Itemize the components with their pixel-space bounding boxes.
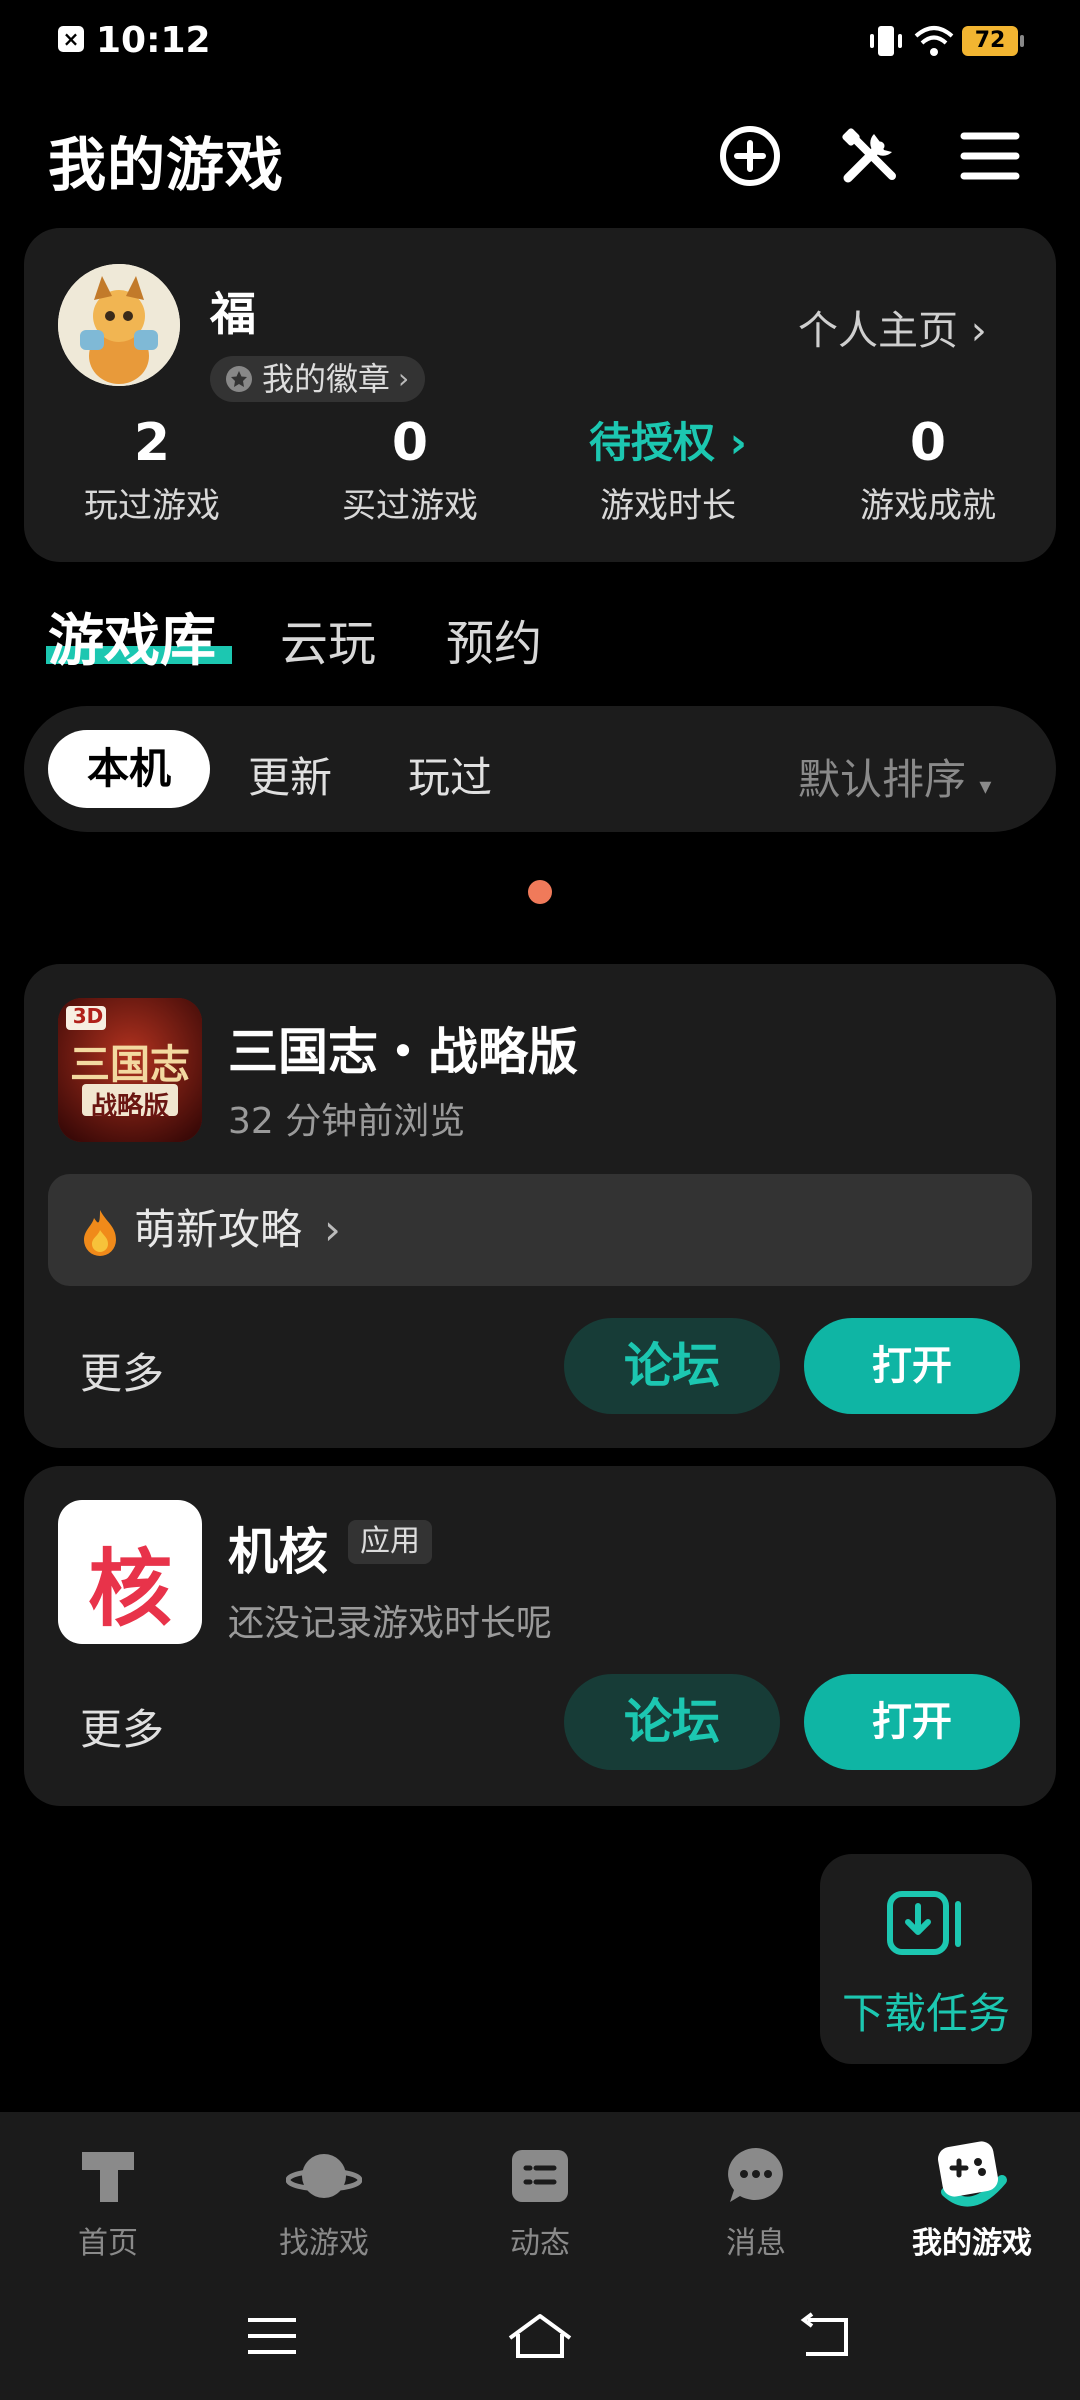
nav-label: 我的游戏 [912,2226,1032,2261]
more-button[interactable]: 更多 [80,1696,164,1757]
sort-dropdown[interactable]: 默认排序 ▾ [798,746,991,807]
guide-label: 萌新攻略 [134,1205,303,1254]
add-circle-icon[interactable] [714,120,786,192]
status-bar: × 10:12 72 [0,0,1080,86]
nav-label: 消息 [726,2226,786,2261]
nav-item-home[interactable]: 首页 [28,2140,188,2262]
sort-label: 默认排序 [798,755,967,804]
filter-update[interactable]: 更新 [248,744,332,805]
homepage-link[interactable]: 个人主页 › [798,298,987,356]
battery-indicator: 72 [962,26,1024,56]
avatar[interactable] [58,264,180,386]
open-button[interactable]: 打开 [804,1318,1020,1414]
stat-achievements[interactable]: 0 游戏成就 [818,412,1038,527]
feed-icon [512,2150,568,2202]
chevron-right-icon: › [324,1205,341,1254]
medal-icon [226,366,252,392]
filter-local[interactable]: 本机 [48,730,210,808]
stat-bought-games[interactable]: 0 买过游戏 [300,412,520,527]
tab-cloud-play[interactable]: 云玩 [280,604,376,674]
wifi-icon [914,26,954,56]
game-icon-jihe[interactable]: 核 [58,1500,202,1644]
icon-badge: 3D [72,1004,104,1028]
menu-icon[interactable] [954,120,1026,192]
icon-text: 三国志 [70,1042,190,1088]
tab-game-library[interactable]: 游戏库 [48,596,216,677]
user-name: 福 [210,287,256,341]
stat-label: 游戏成就 [860,486,996,526]
chevron-right-icon: › [398,362,410,395]
download-icon [887,1891,961,1955]
more-button[interactable]: 更多 [80,1340,164,1401]
my-badge-button[interactable]: 我的徽章 › [210,356,426,402]
tools-icon[interactable] [834,120,906,192]
loading-dot [528,880,552,904]
home-t-icon [82,2152,134,2202]
nav-item-feed[interactable]: 动态 [460,2140,620,2262]
game-subtitle: 还没记录游戏时长呢 [228,1603,553,1644]
stat-play-time[interactable]: 待授权 › 游戏时长 [558,412,778,527]
chevron-right-icon: › [970,308,987,354]
planet-icon [286,2154,362,2198]
chevron-right-icon: › [715,418,747,467]
forum-button[interactable]: 论坛 [564,1318,780,1414]
stat-played-games[interactable]: 2 玩过游戏 [42,412,262,527]
system-menu-icon[interactable] [244,2312,300,2360]
nav-item-messages[interactable]: 消息 [676,2140,836,2262]
app-tag: 应用 [348,1520,432,1564]
stat-label: 游戏时长 [600,486,736,526]
nav-label: 首页 [78,2226,138,2261]
icon-caption: 战略版 [90,1092,169,1122]
icon-text: 核 [87,1540,172,1638]
stat-label: 买过游戏 [342,486,478,526]
system-home-icon[interactable] [504,2310,576,2362]
gamepad-icon [937,2141,1007,2207]
nav-item-my-games[interactable]: 我的游戏 [892,2140,1052,2262]
badge-label: 我的徽章 [262,360,391,398]
beginner-guide-link[interactable]: 萌新攻略 › [48,1174,1032,1286]
status-time: 10:12 [96,20,211,61]
filter-played[interactable]: 玩过 [408,744,492,805]
notification-icon: × [58,26,84,52]
tab-reservation[interactable]: 预约 [446,604,542,674]
stat-label: 玩过游戏 [84,486,220,526]
fire-icon [84,1210,116,1256]
game-title[interactable]: 机核 [228,1512,328,1584]
nav-item-find-games[interactable]: 找游戏 [244,2140,404,2262]
homepage-label: 个人主页 [798,308,958,354]
vibrate-icon [870,26,902,56]
stat-value: 0 [391,413,429,473]
game-subtitle: 32 分钟前浏览 [228,1101,466,1142]
open-button[interactable]: 打开 [804,1674,1020,1770]
game-icon-sanguozhi[interactable]: 3D 三国志 战略版 [58,998,202,1142]
page-title: 我的游戏 [48,131,285,199]
stat-value: 待授权 [589,418,716,467]
stat-value: 0 [909,413,947,473]
nav-label: 动态 [510,2226,570,2261]
nav-label: 找游戏 [279,2226,369,2261]
chat-icon [728,2148,783,2202]
game-title[interactable]: 三国志・战略版 [228,1012,578,1084]
system-back-icon[interactable] [796,2312,852,2360]
caret-down-icon: ▾ [979,772,992,800]
download-task-label: 下载任务 [841,1989,1010,2038]
forum-button[interactable]: 论坛 [564,1674,780,1770]
stat-value: 2 [133,413,171,473]
